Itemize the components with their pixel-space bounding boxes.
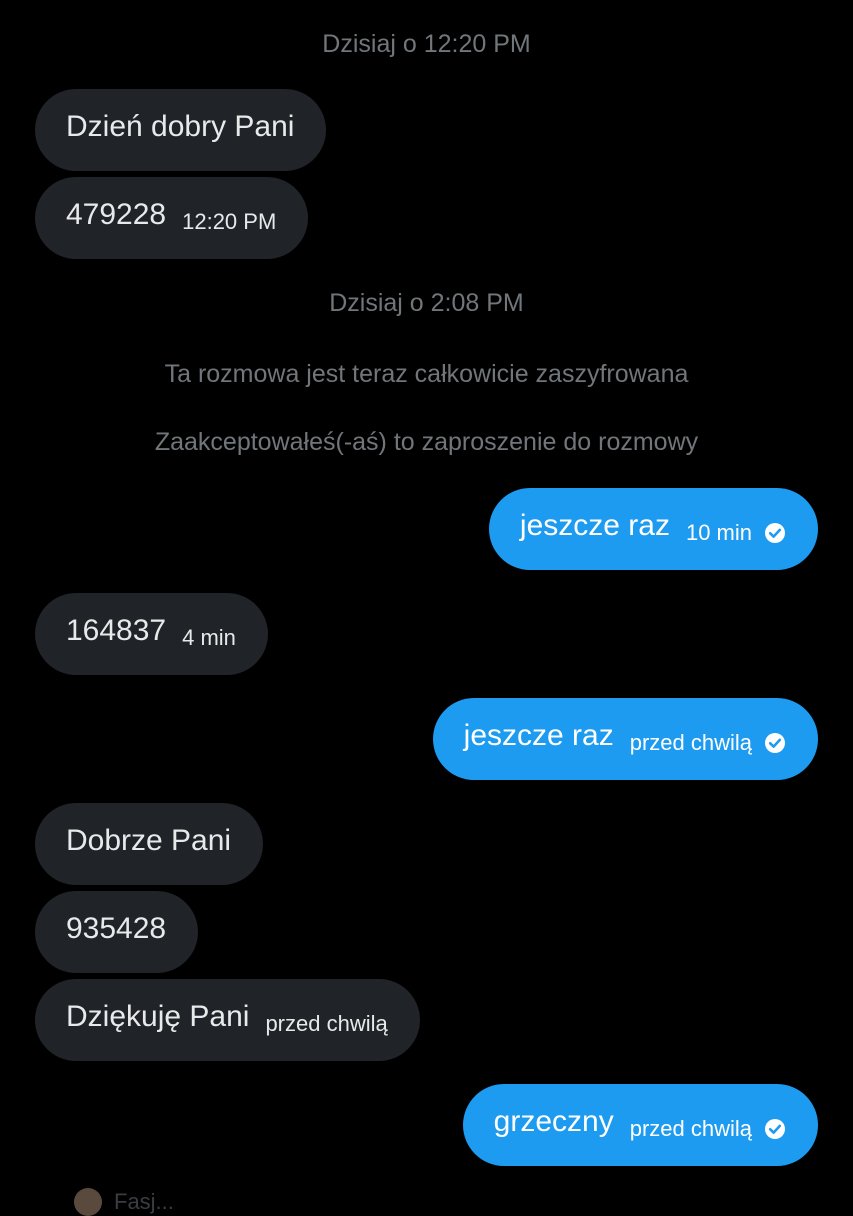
date-separator: Dzisiaj o 2:08 PM (329, 289, 524, 317)
message-text: Dzień dobry Pani (66, 110, 295, 143)
message-timestamp: przed chwilą (629, 730, 752, 755)
check-circle-icon (765, 733, 785, 753)
message-bubble-incoming[interactable]: Dziękuję Pani przed chwilą (35, 979, 420, 1061)
avatar (74, 1188, 102, 1216)
message-text: jeszcze raz (519, 509, 670, 542)
message-text: 164837 (66, 614, 167, 647)
message-text: jeszcze raz (463, 719, 614, 752)
message-bubble-outgoing[interactable]: jeszcze raz przed chwilą (432, 698, 818, 780)
message-text: 479228 (66, 198, 167, 231)
message-text: grzeczny (493, 1105, 614, 1138)
message-bubble-incoming[interactable]: 164837 4 min (35, 593, 268, 675)
message-timestamp: 10 min (685, 520, 752, 545)
message-bubble-incoming[interactable]: Dzień dobry Pani (35, 89, 327, 171)
check-circle-icon (765, 523, 785, 543)
message-timestamp: przed chwilą (265, 1011, 388, 1036)
message-text: Dziękuję Pani (66, 1000, 250, 1033)
message-timestamp: przed chwilą (629, 1116, 752, 1141)
message-bubble-incoming[interactable]: Dobrze Pani (35, 803, 264, 885)
message-text: Dobrze Pani (66, 824, 232, 857)
encryption-notice: Ta rozmowa jest teraz całkowicie zaszyfr… (164, 360, 689, 388)
conversation-view: Dzisiaj o 12:20 PM Dzień dobry Pani 4792… (0, 0, 853, 1216)
date-separator: Dzisiaj o 12:20 PM (322, 30, 531, 58)
message-timestamp: 4 min (182, 625, 236, 650)
message-bubble-incoming[interactable]: 935428 (35, 891, 199, 973)
partial-label: Fasj... (114, 1189, 174, 1214)
partial-next-item: Fasj... (74, 1188, 174, 1216)
invitation-accepted-notice: Zaakceptowałeś(-aś) to zaproszenie do ro… (154, 428, 699, 456)
message-timestamp: 12:20 PM (182, 209, 277, 234)
message-bubble-incoming[interactable]: 479228 12:20 PM (35, 177, 309, 259)
check-circle-icon (765, 1119, 785, 1139)
message-bubble-outgoing[interactable]: grzeczny przed chwilą (462, 1084, 818, 1166)
message-text: 935428 (66, 912, 167, 945)
message-bubble-outgoing[interactable]: jeszcze raz 10 min (488, 488, 818, 570)
